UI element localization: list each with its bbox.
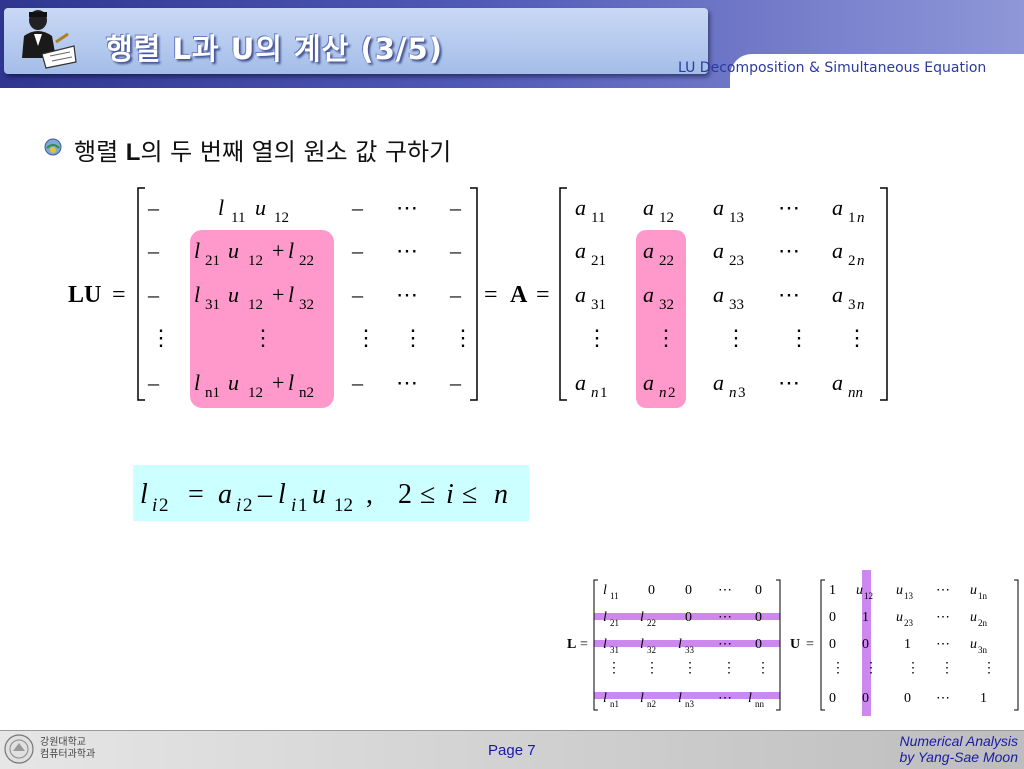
svg-text:n1: n1 — [610, 699, 619, 709]
university-seal-icon — [4, 734, 34, 764]
svg-text:1: 1 — [862, 610, 869, 625]
svg-text:⋯: ⋯ — [936, 610, 950, 625]
svg-text:⋮: ⋮ — [645, 661, 659, 676]
svg-text:0: 0 — [755, 583, 762, 598]
svg-text:⋯: ⋯ — [718, 610, 732, 625]
credit-line1: Numerical Analysis — [899, 733, 1018, 749]
svg-text:31: 31 — [610, 645, 619, 655]
svg-text:l: l — [640, 691, 644, 706]
svg-text:l: l — [603, 691, 607, 706]
small-l-u-matrices: L = l 11 0 0 ⋯ 0 l 21 l 22 0 ⋯ 0 l 31 l 32 l 33 ⋯ 0 ⋮… — [567, 570, 1019, 716]
svg-text:l: l — [603, 583, 607, 598]
svg-text:0: 0 — [685, 583, 692, 598]
svg-text:l: l — [603, 637, 607, 652]
svg-text:u: u — [970, 637, 977, 652]
svg-text:n2: n2 — [647, 699, 656, 709]
svg-text:0: 0 — [648, 583, 655, 598]
svg-text:n3: n3 — [685, 699, 695, 709]
svg-text:0: 0 — [755, 637, 762, 652]
svg-text:0: 0 — [829, 637, 836, 652]
svg-text:⋮: ⋮ — [982, 661, 996, 676]
svg-text:32: 32 — [647, 645, 656, 655]
svg-text:⋮: ⋮ — [940, 661, 954, 676]
svg-text:11: 11 — [610, 591, 619, 601]
svg-text:⋯: ⋯ — [718, 637, 732, 652]
footer-university-line1: 강원대학교 — [40, 737, 86, 748]
svg-text:0: 0 — [904, 691, 911, 706]
svg-text:u: u — [970, 610, 977, 625]
svg-text:0: 0 — [862, 691, 869, 706]
svg-text:0: 0 — [829, 610, 836, 625]
svg-text:l: l — [640, 610, 644, 625]
svg-text:0: 0 — [862, 637, 869, 652]
footer-university-line2: 컴퓨터과학과 — [40, 749, 96, 760]
svg-text:⋯: ⋯ — [936, 637, 950, 652]
svg-text:=: = — [580, 637, 588, 652]
svg-text:u: u — [896, 610, 903, 625]
l-rown-highlight — [594, 692, 780, 699]
svg-text:⋮: ⋮ — [722, 661, 736, 676]
svg-text:u: u — [896, 583, 903, 598]
svg-text:0: 0 — [685, 610, 692, 625]
svg-text:2n: 2n — [978, 618, 988, 628]
svg-text:⋮: ⋮ — [864, 661, 878, 676]
svg-text:22: 22 — [647, 618, 656, 628]
svg-text:⋮: ⋮ — [831, 661, 845, 676]
svg-text:0: 0 — [829, 691, 836, 706]
svg-text:u: u — [856, 583, 863, 598]
svg-text:⋯: ⋯ — [718, 691, 732, 706]
svg-text:U: U — [790, 637, 800, 652]
svg-text:⋮: ⋮ — [683, 661, 697, 676]
svg-text:l: l — [640, 637, 644, 652]
svg-text:⋮: ⋮ — [607, 661, 621, 676]
svg-text:1n: 1n — [978, 591, 988, 601]
svg-text:⋮: ⋮ — [756, 661, 770, 676]
svg-text:nn: nn — [755, 699, 765, 709]
svg-text:L: L — [567, 637, 576, 652]
svg-text:⋯: ⋯ — [936, 583, 950, 598]
svg-text:1: 1 — [904, 637, 911, 652]
svg-text:u: u — [970, 583, 977, 598]
svg-text:l: l — [678, 637, 682, 652]
svg-text:0: 0 — [755, 610, 762, 625]
credit-line2: by Yang-Sae Moon — [899, 749, 1018, 765]
svg-text:33: 33 — [685, 645, 695, 655]
svg-text:⋮: ⋮ — [906, 661, 920, 676]
svg-text:12: 12 — [864, 591, 873, 601]
svg-text:1: 1 — [980, 691, 987, 706]
svg-text:13: 13 — [904, 591, 914, 601]
svg-text:l: l — [603, 610, 607, 625]
svg-text:21: 21 — [610, 618, 619, 628]
svg-text:⋯: ⋯ — [718, 583, 732, 598]
svg-text:1: 1 — [829, 583, 836, 598]
svg-text:23: 23 — [904, 618, 914, 628]
svg-text:3n: 3n — [978, 645, 988, 655]
page-number: Page 7 — [488, 742, 536, 759]
footer-credit: Numerical Analysis by Yang-Sae Moon — [899, 733, 1018, 765]
svg-text:=: = — [806, 637, 814, 652]
svg-text:l: l — [748, 691, 752, 706]
footer-university: 강원대학교 컴퓨터과학과 — [40, 737, 95, 761]
svg-text:⋯: ⋯ — [936, 691, 950, 706]
svg-text:l: l — [678, 691, 682, 706]
